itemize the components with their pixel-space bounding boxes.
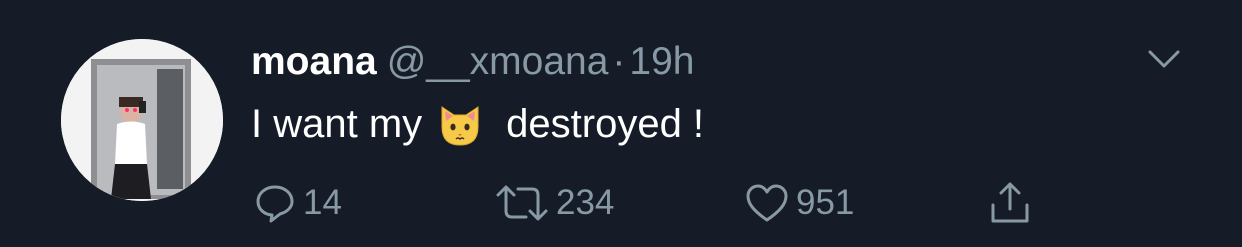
chevron-down-icon[interactable] — [1146, 44, 1182, 74]
tweet[interactable]: moana @__xmoana · 19h I want my destroyed !… — [0, 0, 1242, 247]
avatar-photo — [61, 39, 223, 201]
avatar[interactable] — [61, 39, 223, 201]
username[interactable]: @__xmoana — [387, 40, 609, 83]
tweet-text: I want my destroyed ! — [251, 98, 704, 150]
like-button[interactable]: 951 — [744, 178, 854, 228]
timestamp[interactable]: 19h — [629, 40, 694, 83]
tweet-text-after: destroyed ! — [506, 102, 705, 146]
reply-button[interactable]: 14 — [253, 178, 342, 228]
retweet-count: 234 — [556, 183, 615, 222]
tweet-text-before: I want my — [251, 102, 423, 146]
share-icon — [991, 182, 1029, 223]
retweet-button[interactable]: 234 — [494, 178, 614, 228]
display-name[interactable]: moana — [251, 40, 377, 83]
tweet-actions: 14 234 951 — [0, 178, 1242, 228]
retweet-icon — [496, 185, 548, 221]
like-count: 951 — [796, 183, 855, 222]
separator-dot: · — [612, 40, 626, 83]
share-button[interactable] — [987, 178, 1033, 228]
cat-face-emoji — [434, 99, 486, 151]
reply-count: 14 — [303, 183, 342, 222]
reply-icon — [256, 185, 294, 223]
tweet-header: moana @__xmoana · 19h — [251, 38, 695, 86]
heart-icon — [746, 184, 788, 222]
